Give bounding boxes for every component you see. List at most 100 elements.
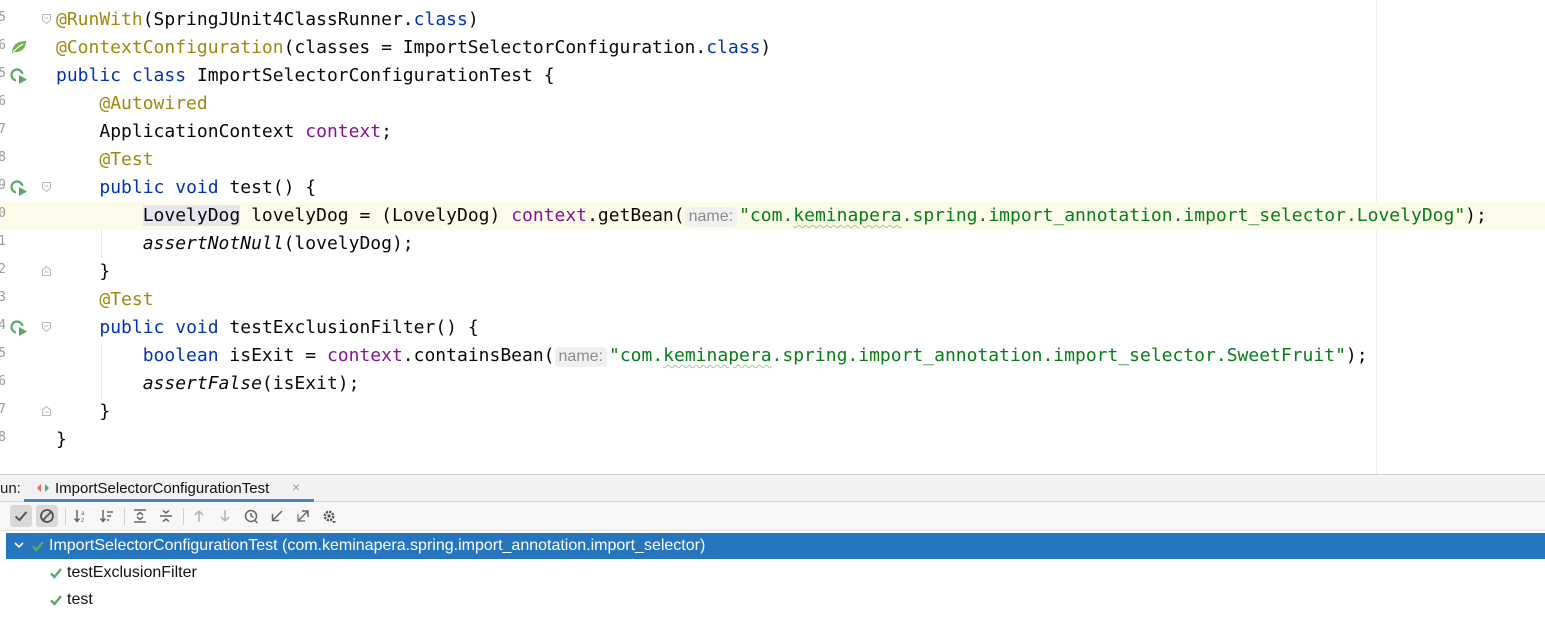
- code-editor[interactable]: 5 @RunWith(SpringJUnit4ClassRunner.class…: [0, 0, 1545, 474]
- test-history-button[interactable]: [240, 505, 262, 527]
- code-text: @ContextConfiguration(classes = ImportSe…: [56, 37, 772, 58]
- fold-icon[interactable]: [42, 182, 51, 192]
- test-runner-toolbar: az: [0, 502, 1545, 531]
- line-number: 5: [0, 346, 6, 361]
- previous-failed-test-button[interactable]: [188, 505, 210, 527]
- code-text: assertFalse(isExit);: [142, 373, 360, 394]
- fold-icon[interactable]: [42, 14, 51, 24]
- annotation: @ContextConfiguration: [56, 37, 284, 58]
- passed-check-icon: [32, 541, 44, 552]
- line-number: 8: [0, 430, 6, 445]
- line-number: 5: [0, 66, 6, 81]
- code-line: 9 public void test() {: [0, 174, 1545, 202]
- arrow-down-icon: [220, 510, 230, 523]
- collapse-all-button[interactable]: [155, 505, 177, 527]
- line-number: 7: [0, 122, 6, 137]
- export-icon: [297, 510, 309, 522]
- code-line: 5 @RunWith(SpringJUnit4ClassRunner.class…: [0, 6, 1545, 34]
- export-tests-button[interactable]: [292, 505, 314, 527]
- line-number: 8: [0, 150, 6, 165]
- line-number: 0: [0, 206, 6, 221]
- line-number: 1: [0, 234, 6, 249]
- code-line-current: 0 LovelyDog lovelyDog = (LovelyDog) cont…: [0, 202, 1545, 230]
- test-suite-label: ImportSelectorConfigurationTest (com.kem…: [49, 537, 706, 554]
- show-passed-button[interactable]: [10, 505, 32, 527]
- close-icon[interactable]: ×: [292, 479, 300, 495]
- run-test-icon[interactable]: [10, 320, 28, 336]
- settings-button[interactable]: [318, 505, 340, 527]
- code-text: boolean isExit = context.containsBean(na…: [142, 345, 1368, 367]
- spring-leaf-icon[interactable]: [10, 39, 28, 55]
- code-line: 8 }: [0, 426, 1545, 454]
- code-text: @Autowired: [56, 93, 208, 114]
- sort-duration-icon: [99, 510, 113, 523]
- ignored-icon: [40, 509, 54, 523]
- code-text: }: [99, 401, 111, 422]
- line-number: 6: [0, 374, 6, 389]
- parameter-hint: name:: [684, 207, 738, 227]
- code-text: public void testExclusionFilter() {: [99, 317, 479, 338]
- code-line: 8 @Test: [0, 146, 1545, 174]
- next-failed-test-button[interactable]: [214, 505, 236, 527]
- import-tests-button[interactable]: [266, 505, 288, 527]
- code-line: 6 assertFalse(isExit);: [0, 370, 1545, 398]
- test-case-label: testExclusionFilter: [67, 564, 197, 581]
- line-number: 6: [0, 38, 6, 53]
- passed-check-icon: [50, 568, 62, 579]
- toolbar-separator: [183, 508, 184, 525]
- fold-icon[interactable]: [42, 322, 51, 332]
- passed-check-icon: [50, 595, 62, 606]
- line-number: 9: [0, 178, 6, 193]
- run-tab-bar: un: ImportSelectorConfigurationTest ×: [0, 474, 1545, 502]
- expand-all-button[interactable]: [129, 505, 151, 527]
- line-number: 4: [0, 318, 6, 333]
- test-case-row[interactable]: test: [6, 587, 1545, 613]
- code-line: 5 public class ImportSelectorConfigurati…: [0, 62, 1545, 90]
- code-line: 6 @Autowired: [0, 90, 1545, 118]
- code-text: LovelyDog lovelyDog = (LovelyDog) contex…: [142, 205, 1487, 227]
- run-tab-title: ImportSelectorConfigurationTest: [55, 480, 270, 497]
- code-line: 6 @ContextConfiguration(classes = Import…: [0, 34, 1545, 62]
- fold-icon[interactable]: [42, 406, 51, 416]
- ide-window: 5 @RunWith(SpringJUnit4ClassRunner.class…: [0, 0, 1545, 628]
- run-test-icon[interactable]: [10, 68, 28, 84]
- code-line: 1 assertNotNull(lovelyDog);: [0, 230, 1545, 258]
- line-number: 7: [0, 402, 6, 417]
- annotation: @Autowired: [99, 93, 208, 114]
- toolbar-separator: [124, 508, 125, 525]
- test-case-row[interactable]: testExclusionFilter: [6, 560, 1545, 586]
- code-line: 2 }: [0, 258, 1545, 286]
- test-case-label: test: [67, 591, 93, 608]
- svg-text:a: a: [81, 510, 85, 517]
- code-text: public class ImportSelectorConfiguration…: [56, 65, 555, 86]
- code-text: public void test() {: [99, 177, 317, 198]
- test-results-tree: ImportSelectorConfigurationTest (com.kem…: [0, 531, 1545, 628]
- typo-squiggle: keminapera: [793, 205, 902, 226]
- run-tab[interactable]: ImportSelectorConfigurationTest ×: [24, 475, 314, 502]
- check-icon: [14, 511, 28, 522]
- history-icon: [244, 509, 259, 524]
- arrow-up-icon: [194, 509, 204, 522]
- sort-alpha-icon: az: [73, 510, 85, 524]
- chevron-down-icon[interactable]: [13, 539, 25, 551]
- code-text: assertNotNull(lovelyDog);: [142, 233, 414, 254]
- sort-by-duration-button[interactable]: [96, 505, 118, 527]
- test-config-icon: [37, 484, 49, 492]
- code-text: @Test: [56, 150, 153, 170]
- run-tool-window: un: ImportSelectorConfigurationTest × az: [0, 474, 1545, 628]
- sort-alphabetically-button[interactable]: az: [70, 505, 92, 527]
- test-suite-row[interactable]: ImportSelectorConfigurationTest (com.kem…: [6, 533, 1545, 559]
- expand-all-icon: [134, 509, 146, 523]
- code-line: 5 boolean isExit = context.containsBean(…: [0, 342, 1545, 370]
- fold-icon[interactable]: [42, 266, 51, 276]
- code-line: 4 public void testExclusionFilter() {: [0, 314, 1545, 342]
- svg-text:z: z: [81, 517, 84, 524]
- code-text: @RunWith(SpringJUnit4ClassRunner.class): [56, 9, 479, 30]
- show-ignored-button[interactable]: [36, 505, 58, 527]
- gear-icon: [323, 510, 336, 524]
- typo-squiggle: keminapera: [663, 345, 772, 366]
- run-test-icon[interactable]: [10, 180, 28, 196]
- code-text: }: [99, 261, 111, 282]
- code-line: 7 }: [0, 398, 1545, 426]
- annotation: @RunWith: [56, 9, 143, 30]
